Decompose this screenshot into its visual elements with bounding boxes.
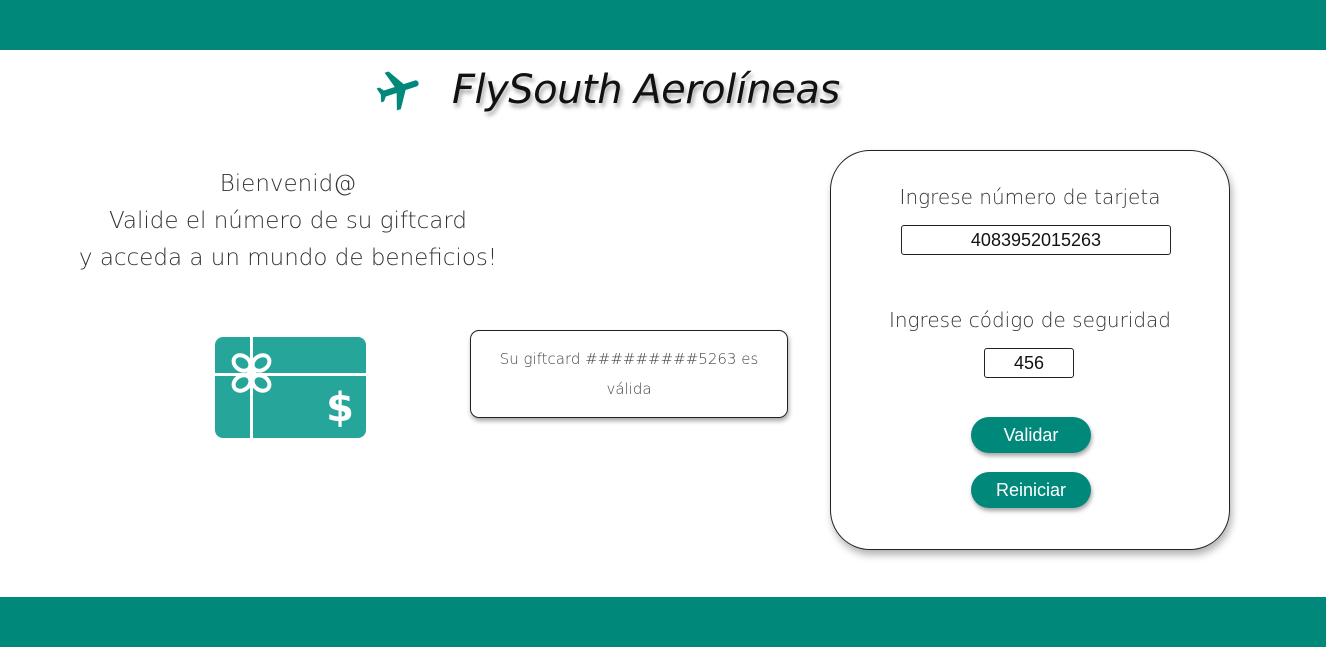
reset-button[interactable]: Reiniciar	[971, 472, 1091, 508]
welcome-line: Bienvenid@	[219, 171, 357, 197]
welcome-line: y acceda a un mundo de beneficios!	[78, 245, 498, 271]
brand-title: FlySouth Aerolíneas	[452, 67, 840, 113]
top-bar	[0, 0, 1326, 50]
airplane-icon	[376, 71, 419, 111]
validate-button[interactable]: Validar	[971, 417, 1091, 453]
bottom-bar	[0, 597, 1326, 647]
security-code-label: Ingrese código de seguridad	[888, 308, 1171, 332]
card-number-input[interactable]	[901, 225, 1171, 255]
welcome-line: Valide el número de su giftcard	[108, 208, 467, 234]
card-number-label: Ingrese número de tarjeta	[899, 185, 1161, 209]
giftcard-form-card: Ingrese número de tarjeta Ingrese código…	[830, 150, 1230, 550]
welcome-message: Bienvenid@ Valide el número de su giftca…	[60, 166, 516, 277]
validation-result-text: Su giftcard #########5263 es válida	[499, 350, 759, 398]
validation-result-box: Su giftcard #########5263 es válida	[470, 330, 788, 418]
giftcard-dollar-icon: $	[215, 337, 366, 438]
security-code-input[interactable]	[984, 348, 1074, 378]
svg-text:$: $	[326, 385, 354, 431]
brand-header: FlySouth Aerolíneas	[368, 62, 840, 118]
